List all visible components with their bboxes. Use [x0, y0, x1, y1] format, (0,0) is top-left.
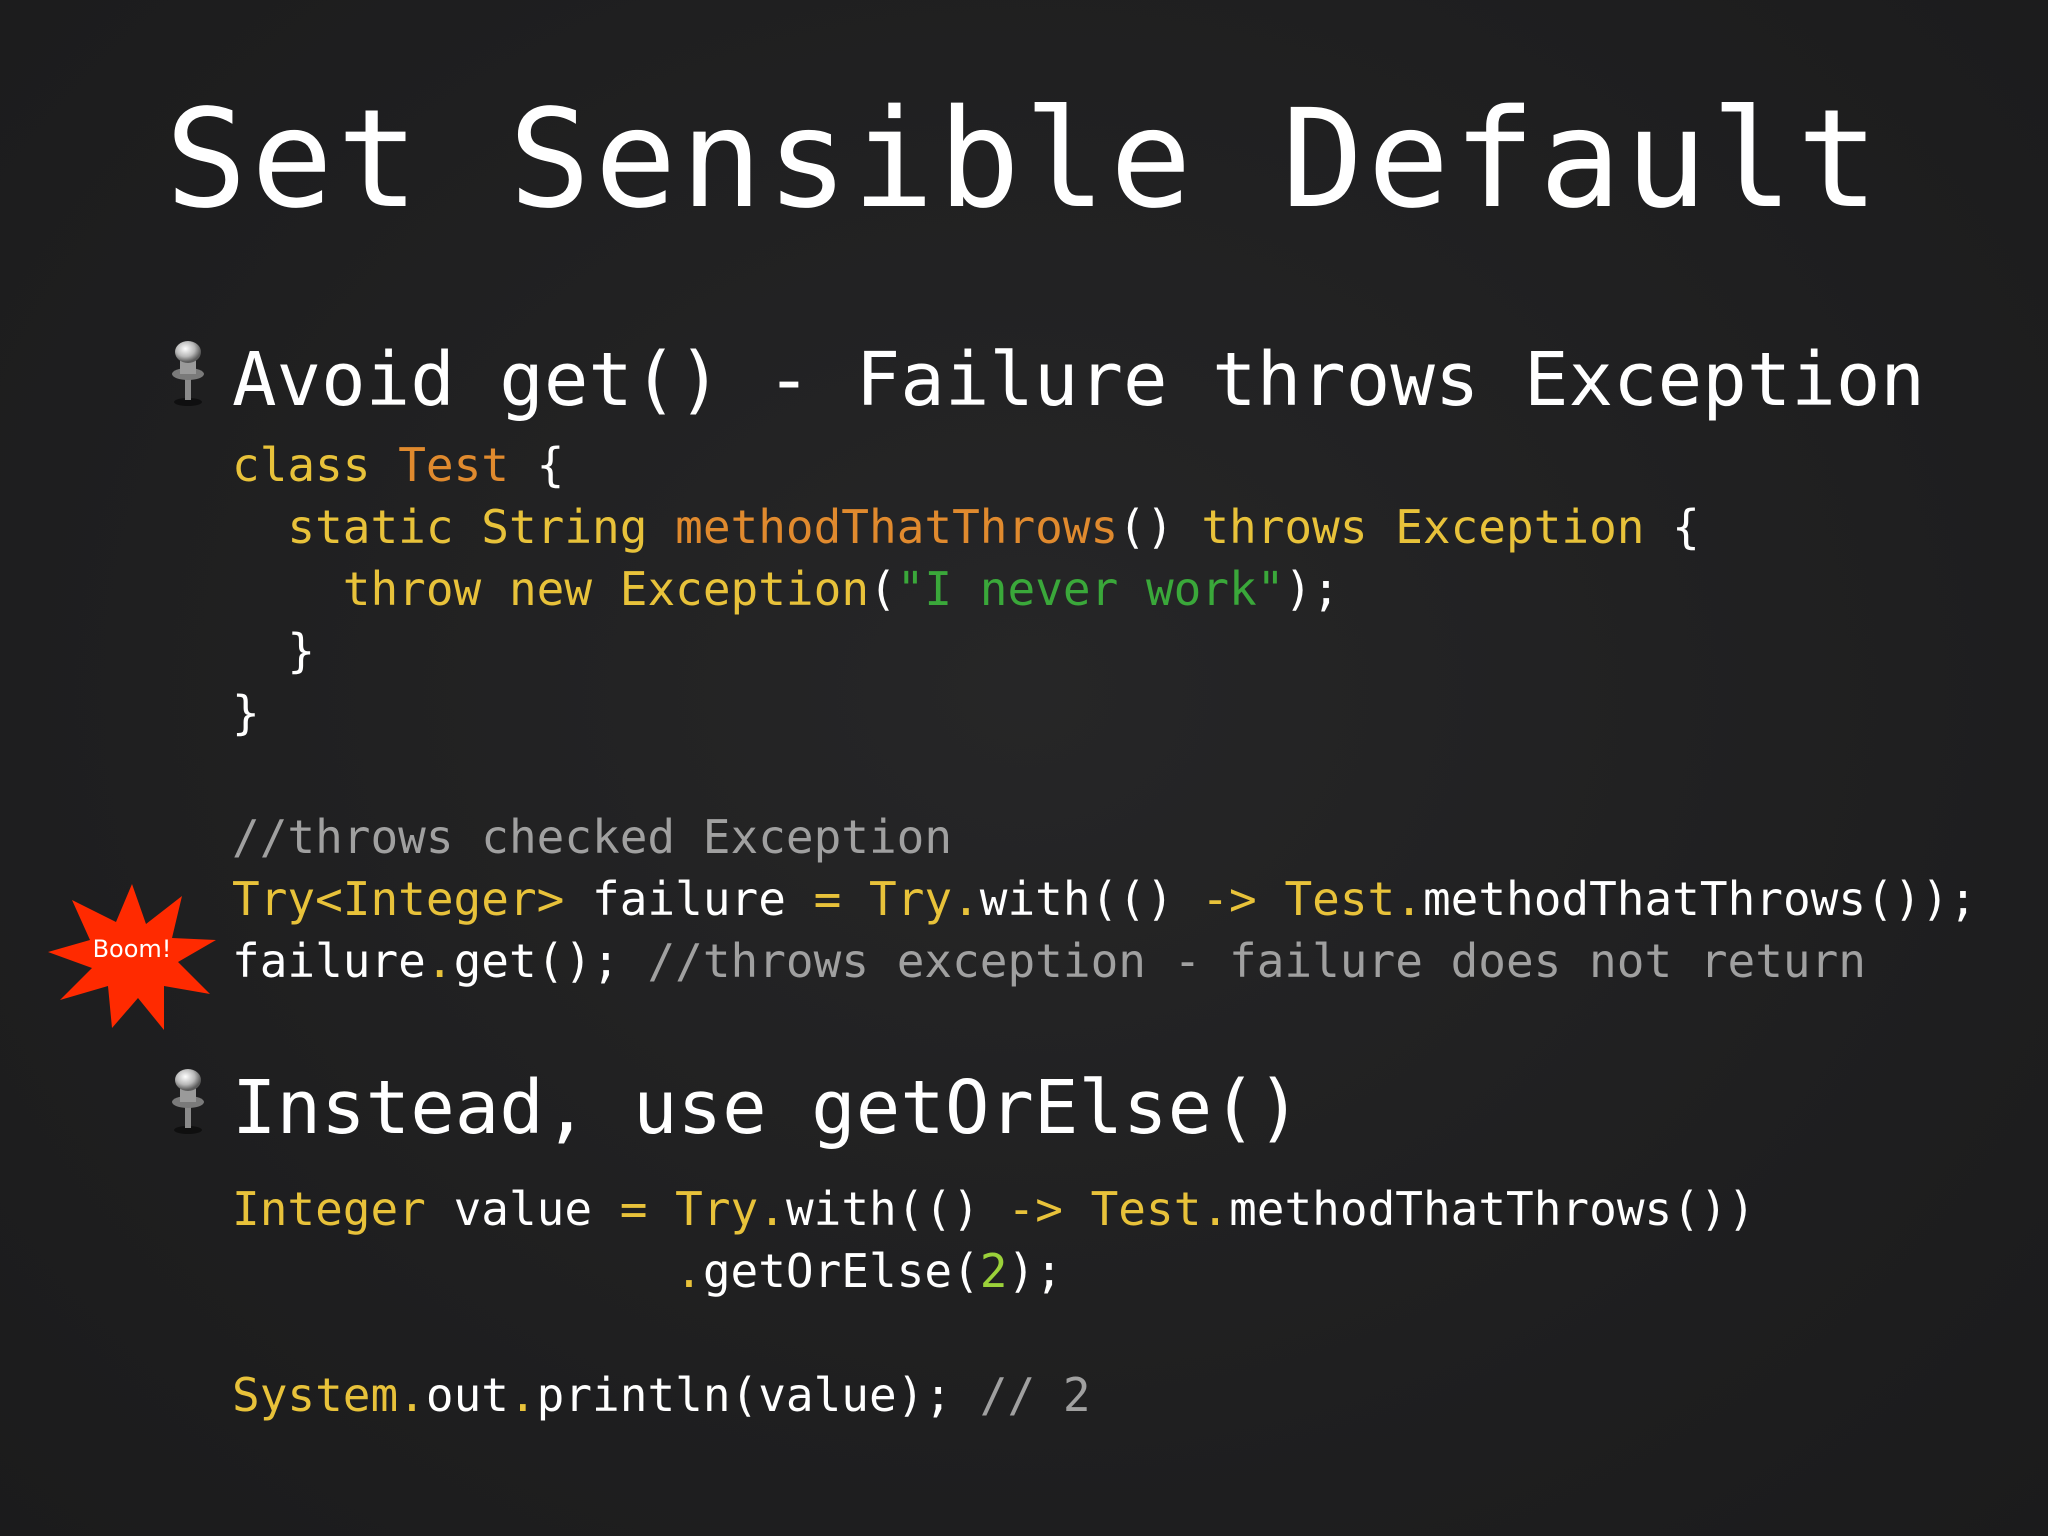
code-token: methodThatThrows — [675, 500, 1119, 554]
code-token: ); — [1284, 562, 1340, 616]
code-block-getorelse: Integer value = Try.with(() -> Test.meth… — [232, 1178, 1755, 1426]
code-token: { — [508, 438, 565, 492]
slide-title: Set Sensible Default — [165, 81, 1883, 239]
pushpin-icon — [172, 1069, 204, 1134]
code-token: = — [619, 1182, 648, 1236]
code-token: . — [1395, 872, 1423, 926]
code-token: methodThatThrows()); — [1422, 872, 1977, 926]
code-line: failure.get(); //throws exception - fail… — [232, 930, 1977, 992]
code-token: failure — [232, 934, 426, 988]
code-token: () — [1118, 500, 1202, 554]
code-token: = — [813, 872, 842, 926]
code-token: with(() — [979, 872, 1202, 926]
code-token: throw — [342, 562, 482, 616]
boom-label: Boom! — [92, 935, 172, 963]
code-token: methodThatThrows()) — [1229, 1182, 1756, 1236]
code-line: //throws checked Exception — [232, 806, 1977, 868]
code-token: -> — [1007, 1182, 1063, 1236]
pushpin-icon — [172, 341, 204, 406]
code-token: . — [675, 1244, 703, 1298]
code-token: Try<Integer> — [232, 872, 565, 926]
code-line: class Test { — [232, 434, 1977, 496]
code-token: Test — [1090, 1182, 1202, 1236]
code-token: Test — [1284, 872, 1396, 926]
code-line: } — [232, 620, 1977, 682]
code-line: System.out.println(value); // 2 — [232, 1364, 1755, 1426]
code-token: . — [758, 1182, 786, 1236]
code-token: Try — [869, 872, 953, 926]
code-token: throws — [1201, 500, 1368, 554]
bullet-avoid-get: Avoid get() - Failure throws Exception — [232, 337, 1925, 423]
code-token: Test — [398, 438, 509, 492]
code-token: ); — [1007, 1244, 1063, 1298]
code-token: } — [232, 686, 260, 740]
code-token: Try — [675, 1182, 759, 1236]
code-block-failure: class Test { static String methodThatThr… — [232, 434, 1977, 992]
code-token: . — [952, 872, 980, 926]
code-token: new — [508, 562, 593, 616]
code-token: static — [287, 500, 454, 554]
code-comment: //throws checked Exception — [232, 810, 953, 864]
code-comment: // 2 — [979, 1368, 1091, 1422]
code-token: "I never work" — [896, 562, 1285, 616]
code-token: . — [508, 1368, 537, 1422]
code-token: . — [425, 934, 454, 988]
code-token: { — [1644, 500, 1700, 554]
code-token: class — [232, 438, 371, 492]
code-number: 2 — [979, 1244, 1008, 1298]
code-token: failure — [564, 872, 814, 926]
code-token: out — [425, 1368, 509, 1422]
code-token: value — [425, 1182, 620, 1236]
code-line: } — [232, 682, 1977, 744]
code-token: . — [1201, 1182, 1230, 1236]
code-token: . — [398, 1368, 426, 1422]
code-token: with(() — [785, 1182, 1008, 1236]
code-comment: //throws exception - failure does not re… — [647, 934, 1867, 988]
code-line: static String methodThatThrows() throws … — [232, 496, 1977, 558]
code-token: ( — [869, 562, 897, 616]
code-token: String — [481, 500, 648, 554]
code-token: System — [232, 1368, 399, 1422]
code-token: } — [232, 624, 316, 678]
code-token: -> — [1201, 872, 1257, 926]
code-token: getOrElse( — [702, 1244, 980, 1298]
code-token: get(); — [453, 934, 648, 988]
code-token: Integer — [232, 1182, 426, 1236]
code-line: Integer value = Try.with(() -> Test.meth… — [232, 1178, 1755, 1240]
code-token: Exception — [619, 562, 870, 616]
code-line: throw new Exception("I never work"); — [232, 558, 1977, 620]
code-line: .getOrElse(2); — [232, 1240, 1755, 1302]
slide: Set Sensible Default Avoid get() - Failu… — [0, 0, 2048, 1536]
code-token: println(value); — [536, 1368, 980, 1422]
code-line: Try<Integer> failure = Try.with(() -> Te… — [232, 868, 1977, 930]
bullet-use-getorelse: Instead, use getOrElse() — [232, 1065, 1302, 1151]
code-token: Exception — [1395, 500, 1645, 554]
